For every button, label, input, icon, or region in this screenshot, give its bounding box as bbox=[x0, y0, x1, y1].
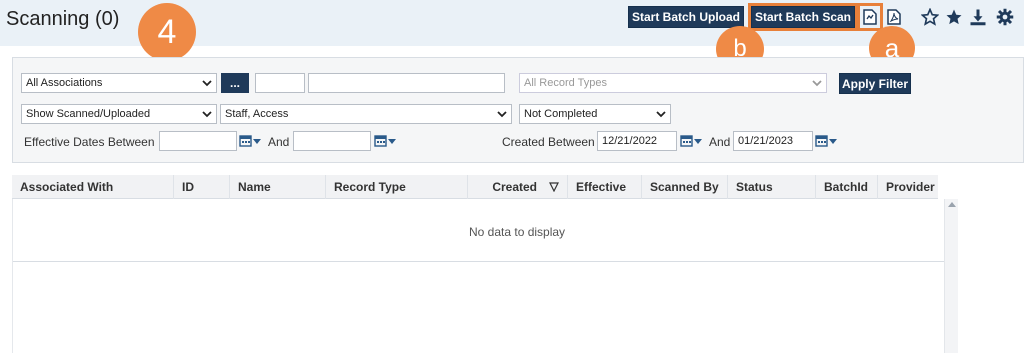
apply-filter-button[interactable]: Apply Filter bbox=[839, 73, 911, 94]
column-created-label: Created bbox=[492, 180, 537, 194]
chevron-down-icon bbox=[812, 80, 822, 87]
column-record-type[interactable]: Record Type bbox=[326, 175, 468, 199]
created-to-calendar[interactable] bbox=[815, 134, 837, 147]
column-created[interactable]: Created bbox=[468, 175, 568, 199]
created-and-label: And bbox=[709, 135, 731, 149]
staff-access-select[interactable]: Staff, Access bbox=[220, 104, 512, 124]
associations-value: All Associations bbox=[26, 77, 103, 89]
record-types-select[interactable]: All Record Types bbox=[519, 73, 827, 93]
scanned-uploaded-select[interactable]: Show Scanned/Uploaded bbox=[21, 104, 217, 124]
grid-divider bbox=[13, 261, 945, 262]
grid-body: No data to display bbox=[12, 199, 956, 353]
grid-vertical-scrollbar[interactable] bbox=[944, 199, 958, 353]
star-filled-icon[interactable] bbox=[944, 6, 964, 28]
completion-value: Not Completed bbox=[524, 108, 598, 120]
effective-to-calendar[interactable] bbox=[374, 134, 396, 147]
effective-and-label: And bbox=[268, 135, 290, 149]
page-title: Scanning (0) bbox=[6, 8, 120, 30]
scanned-uploaded-value: Show Scanned/Uploaded bbox=[26, 108, 151, 120]
associations-lookup-button[interactable]: ... bbox=[221, 73, 249, 93]
created-from-calendar[interactable] bbox=[680, 134, 702, 147]
column-effective[interactable]: Effective bbox=[568, 175, 642, 199]
effective-dates-label: Effective Dates Between bbox=[24, 135, 155, 149]
column-scanned-by[interactable]: Scanned By bbox=[642, 175, 728, 199]
filter-panel: All Associations ... All Record Types Ap… bbox=[12, 57, 1024, 163]
column-provider[interactable]: Provider bbox=[878, 175, 938, 199]
effective-to-input[interactable] bbox=[293, 131, 371, 151]
chevron-down-icon bbox=[202, 111, 212, 118]
column-status[interactable]: Status bbox=[728, 175, 816, 199]
empty-grid-message: No data to display bbox=[469, 225, 566, 239]
chevron-down-icon bbox=[497, 111, 507, 118]
chevron-down-icon bbox=[656, 111, 666, 118]
start-batch-upload-button[interactable]: Start Batch Upload bbox=[628, 6, 744, 28]
scan-document-icon[interactable] bbox=[857, 3, 883, 31]
staff-access-value: Staff, Access bbox=[225, 108, 289, 120]
gear-icon[interactable] bbox=[995, 6, 1015, 28]
created-to-input[interactable]: 01/21/2023 bbox=[733, 131, 813, 151]
chevron-down-icon bbox=[202, 80, 212, 87]
grid-header: Associated With ID Name Record Type Crea… bbox=[12, 175, 938, 199]
association-id-input[interactable] bbox=[255, 73, 305, 93]
calendar-icon bbox=[239, 135, 252, 147]
column-batch-id[interactable]: BatchId bbox=[816, 175, 878, 199]
calendar-icon bbox=[815, 135, 828, 147]
start-batch-scan-button[interactable]: Start Batch Scan bbox=[748, 3, 858, 31]
calendar-icon bbox=[680, 135, 693, 147]
scroll-up-icon[interactable] bbox=[948, 202, 956, 207]
column-name[interactable]: Name bbox=[230, 175, 326, 199]
caret-down-icon bbox=[829, 138, 837, 144]
created-from-input[interactable]: 12/21/2022 bbox=[597, 131, 677, 151]
associations-select[interactable]: All Associations bbox=[21, 73, 217, 93]
calendar-icon bbox=[374, 135, 387, 147]
caret-down-icon bbox=[388, 138, 396, 144]
effective-from-calendar[interactable] bbox=[239, 134, 261, 147]
sort-descending-icon[interactable] bbox=[549, 182, 559, 192]
caret-down-icon bbox=[253, 138, 261, 144]
association-name-input[interactable] bbox=[308, 73, 505, 93]
record-types-value: All Record Types bbox=[524, 77, 607, 89]
completion-select[interactable]: Not Completed bbox=[519, 104, 671, 124]
created-between-label: Created Between bbox=[502, 135, 595, 149]
star-outline-icon[interactable] bbox=[920, 6, 940, 28]
step-callout-4: 4 bbox=[138, 3, 196, 61]
column-associated-with[interactable]: Associated With bbox=[12, 175, 174, 199]
effective-from-input[interactable] bbox=[159, 131, 237, 151]
caret-down-icon bbox=[694, 138, 702, 144]
pdf-icon[interactable] bbox=[884, 6, 904, 28]
column-id[interactable]: ID bbox=[174, 175, 230, 199]
download-icon[interactable] bbox=[968, 6, 988, 28]
